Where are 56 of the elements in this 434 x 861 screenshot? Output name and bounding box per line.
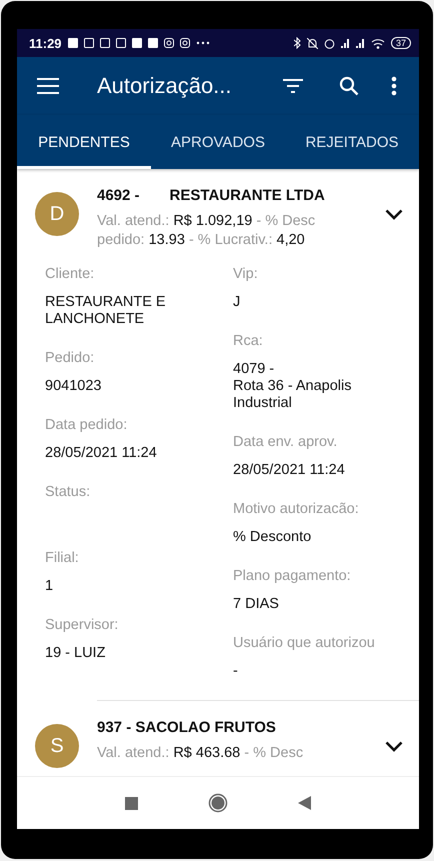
field-label: Pedido: xyxy=(45,349,96,368)
more-icon[interactable] xyxy=(391,76,397,96)
field-value: RESTAURANTE E LANCHONETE xyxy=(45,294,167,328)
field-value: 9041023 xyxy=(45,378,102,395)
field-label: Plano pagamento: xyxy=(233,567,352,586)
search-icon[interactable] xyxy=(339,76,359,96)
tab[interactable]: REJEITADOS xyxy=(285,115,419,169)
field-label: Filial: xyxy=(45,549,80,568)
field-value: 28/05/2021 11:24 xyxy=(233,462,346,479)
field-value: 4079 - Rota 36 - Anapolis Industrial xyxy=(233,361,352,412)
field-label: Cliente: xyxy=(45,265,96,284)
field-value: 1 xyxy=(45,578,54,595)
status-time: 11:29 xyxy=(29,36,62,50)
order-summary: Val. atend.: R$ 463.68 - % Desc xyxy=(97,744,304,763)
chevron-down-icon[interactable] xyxy=(385,741,403,752)
field-label: Supervisor: xyxy=(45,616,120,635)
bluetooth-icon xyxy=(294,37,301,49)
field-label: Data pedido: xyxy=(45,416,128,435)
muted-bell-icon xyxy=(306,38,318,48)
camera-icon xyxy=(164,38,174,48)
camera-icon xyxy=(180,38,190,48)
order-title: RESTAURANTE LTDA xyxy=(170,187,325,204)
order-summary: Val. atend.: R$ 1.092,19 - % Desc pedido: 13.93 - % Lucrativ.: 4,20 xyxy=(97,212,316,250)
back-icon[interactable] xyxy=(298,796,311,810)
signal-icon xyxy=(340,38,350,48)
battery-indicator: 37 xyxy=(390,37,411,49)
avatar: S xyxy=(35,724,79,768)
recents-icon[interactable] xyxy=(125,796,138,810)
field-label: Vip: xyxy=(233,265,259,284)
field-value: % Desconto xyxy=(233,529,312,546)
menu-icon[interactable] xyxy=(37,78,59,94)
avatar: D xyxy=(35,192,79,236)
filter-icon[interactable] xyxy=(283,79,303,93)
tab[interactable]: APROVADOS xyxy=(151,115,285,169)
tab[interactable]: PENDENTES xyxy=(17,115,151,169)
field-value: 28/05/2021 11:24 xyxy=(45,445,158,462)
field-value: 19 - LUIZ xyxy=(45,645,106,662)
app-title: Autorização... xyxy=(97,73,233,99)
field-value: 7 DIAS xyxy=(233,596,280,613)
wifi-icon xyxy=(370,38,385,48)
field-label: Data env. aprov. xyxy=(233,433,338,452)
field-label: Rca: xyxy=(233,332,264,351)
field-label: Status: xyxy=(45,483,92,502)
field-value: J xyxy=(233,294,242,311)
app-notification-icon xyxy=(132,38,142,48)
app-notification-icon xyxy=(68,38,78,48)
field-value: - xyxy=(233,663,239,680)
order-title: 937 - SACOLAO FRUTOS xyxy=(97,719,276,736)
field-label: Motivo autorizacão: xyxy=(233,500,360,519)
more-notifications-icon xyxy=(196,41,210,45)
app-notification-icon xyxy=(148,38,158,48)
field-label: Usuário que autorizou xyxy=(233,634,376,653)
home-icon[interactable] xyxy=(208,793,228,813)
chevron-down-icon[interactable] xyxy=(385,209,403,220)
order-title: 4692 - xyxy=(97,187,140,204)
signal-icon xyxy=(356,38,365,48)
